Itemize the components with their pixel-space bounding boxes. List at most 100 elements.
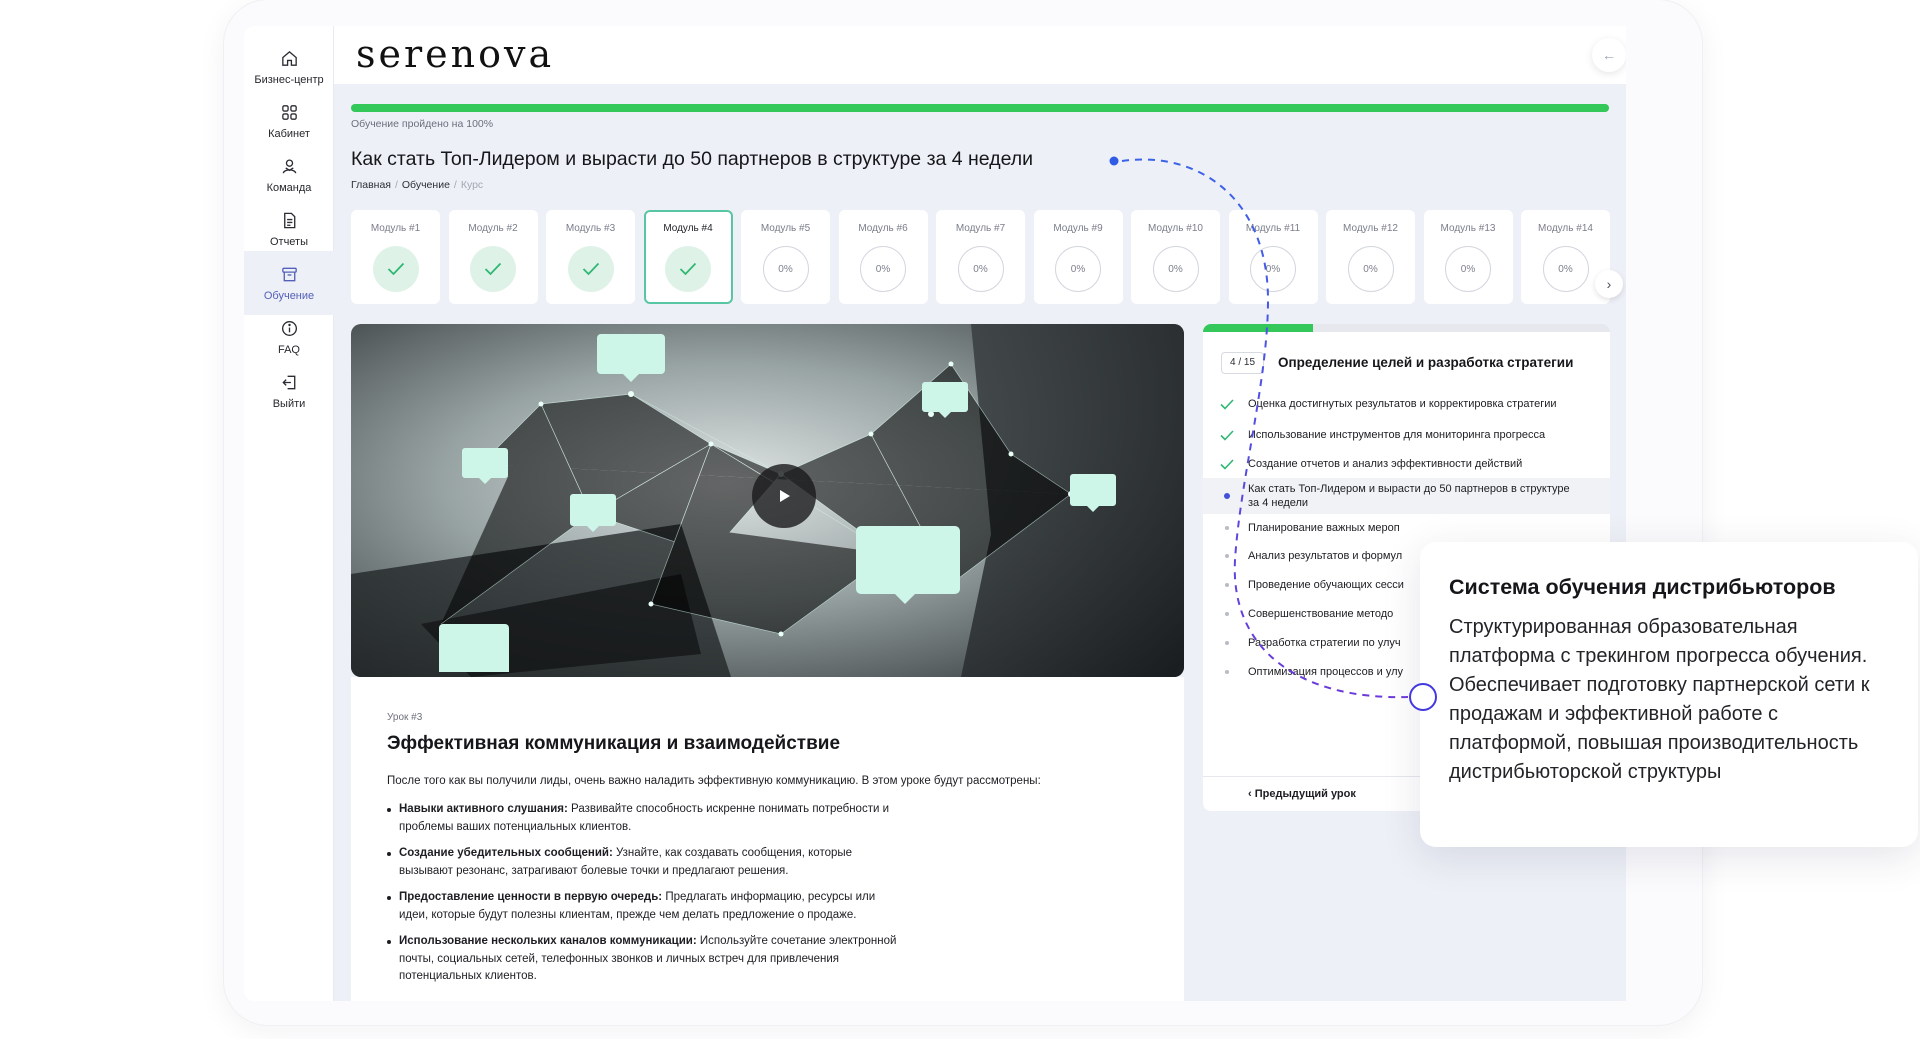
module-complete-status <box>665 246 711 292</box>
brand-logo: serenova <box>356 32 555 76</box>
check-icon <box>582 262 599 276</box>
module-complete-status <box>372 246 419 292</box>
lesson-video[interactable] <box>351 324 1184 677</box>
module-card[interactable]: Модуль #10 0% <box>1131 210 1220 304</box>
previous-lesson-button[interactable]: ‹ Предыдущий урок <box>1248 788 1356 800</box>
module-label: Модуль #10 <box>1148 223 1203 234</box>
module-card[interactable]: Модуль #9 0% <box>1033 210 1123 304</box>
sidebar-item-label: FAQ <box>277 343 300 356</box>
callout-title: Система обучения дистрибьюторов <box>1449 575 1836 599</box>
info-icon <box>281 320 297 336</box>
module-card[interactable]: Модуль #12 0% <box>1326 210 1415 304</box>
arrow-left-icon: ← <box>1602 47 1616 63</box>
pending-dot-icon <box>1220 521 1234 535</box>
breadcrumb-home[interactable]: Главная <box>351 179 391 191</box>
pending-dot-icon <box>1220 607 1234 621</box>
module-label: Модуль #6 <box>858 223 908 234</box>
check-icon <box>1220 457 1234 471</box>
module-progress-percent: 0% <box>860 246 906 292</box>
lesson-title: Эффективная коммуникация и взаимодействи… <box>387 733 841 754</box>
module-label: Модуль #7 <box>955 223 1006 234</box>
module-label: Модуль #14 <box>1538 223 1593 234</box>
lesson-list-label: Совершенствование методо <box>1248 608 1394 620</box>
sidebar-item-label: Обучение <box>263 289 315 302</box>
module-card[interactable]: Модуль #7 0% <box>936 210 1025 304</box>
play-button[interactable] <box>752 464 816 528</box>
lesson-list-item[interactable]: Создание отчетов и анализ эффективности … <box>1203 450 1610 478</box>
lesson-content: Урок #3 Эффективная коммуникация и взаим… <box>351 677 1184 1001</box>
module-card[interactable]: Модуль #11 0% <box>1228 210 1318 304</box>
course-progress-bar <box>351 104 1609 112</box>
pending-dot-icon <box>1220 636 1234 650</box>
callout-body: Структурированная образовательная платфо… <box>1449 616 1870 783</box>
lesson-list-item[interactable]: Планирование важных мероп <box>1203 514 1610 542</box>
lesson-list-label: Разработка стратегии по улуч <box>1248 637 1401 649</box>
module-card[interactable]: Модуль #6 0% <box>838 210 928 304</box>
lesson-list-item[interactable]: Оценка достигнутых результатов и коррект… <box>1203 388 1610 420</box>
module-complete-status <box>470 246 516 292</box>
module-label: Модуль #1 <box>370 223 421 234</box>
play-icon <box>780 490 790 502</box>
lesson-list-label: Оценка достигнутых результатов и коррект… <box>1248 398 1557 410</box>
module-card[interactable]: Модуль #1 <box>351 210 440 304</box>
module-label: Модуль #12 <box>1343 223 1398 234</box>
module-progress-bar <box>1203 324 1610 332</box>
module-card[interactable]: Модуль #13 0% <box>1423 210 1513 304</box>
module-progress-percent: 0% <box>762 246 809 292</box>
module-card[interactable]: Модуль #4 <box>643 210 733 304</box>
modules-next-button[interactable]: › <box>1595 270 1623 298</box>
lesson-list-label: Анализ результатов и формул <box>1248 550 1403 562</box>
logout-icon <box>281 375 295 389</box>
sidebar-item-label: Команда <box>266 181 312 194</box>
bullet-heading: Предоставление ценности в первую очередь… <box>399 891 663 903</box>
lesson-list-item[interactable]: Использование инструментов для мониторин… <box>1203 422 1610 448</box>
lesson-list-item[interactable]: Как стать Топ-Лидером и вырасти до 50 па… <box>1203 478 1610 514</box>
lesson-bullet: Создание убедительных сообщений: Узнайте… <box>387 845 907 880</box>
bullet-heading: Навыки активного слушания: <box>399 803 568 815</box>
module-label: Модуль #9 <box>1053 223 1103 234</box>
module-progress-percent: 0% <box>1055 246 1101 292</box>
sidebar-item-label: Кабинет <box>268 127 310 140</box>
check-icon <box>679 262 697 276</box>
lesson-bullet: Навыки активного слушания: Развивайте сп… <box>387 801 907 836</box>
module-label: Модуль #2 <box>468 223 518 234</box>
module-card[interactable]: Модуль #2 <box>448 210 538 304</box>
sidebar-item-logout[interactable]: Выйти <box>244 359 334 423</box>
chevron-right-icon: › <box>1606 276 1612 292</box>
module-label: Модуль #13 <box>1440 223 1496 234</box>
module-card[interactable]: Модуль #5 0% <box>741 210 830 304</box>
lesson-bullets: Навыки активного слушания: Развивайте сп… <box>387 801 907 995</box>
lesson-list-label: Оптимизация процессов и улу <box>1248 666 1404 678</box>
app-window: Бизнес-центр Кабинет Команда Отчеты Обуч… <box>244 26 1626 1001</box>
module-label: Модуль #4 <box>663 223 713 234</box>
lesson-list-label: Использование инструментов для мониторин… <box>1248 429 1546 441</box>
back-button[interactable]: ← <box>1592 38 1626 72</box>
module-complete-status <box>567 246 614 292</box>
current-dot-icon <box>1220 489 1234 503</box>
check-icon <box>1220 428 1234 442</box>
module-card[interactable]: Модуль #3 <box>546 210 635 304</box>
chevron-left-icon: ‹ <box>1248 788 1255 800</box>
breadcrumb-learning[interactable]: Обучение <box>402 179 450 191</box>
pending-dot-icon <box>1220 549 1234 563</box>
check-icon <box>1220 397 1234 411</box>
module-progress-percent: 0% <box>957 246 1004 292</box>
sidebar-item-label: Бизнес-центр <box>254 73 324 86</box>
module-progress-percent: 0% <box>1347 246 1394 292</box>
module-progress-percent: 0% <box>1542 246 1589 292</box>
document-icon <box>283 212 295 228</box>
breadcrumb: Главная / Обучение / Курс <box>351 179 483 191</box>
breadcrumb-separator: / <box>394 179 398 191</box>
module-progress-percent: 0% <box>1152 246 1199 292</box>
lesson-list-label: Как стать Топ-Лидером и вырасти до 50 па… <box>1248 483 1570 509</box>
previous-lesson-label: Предыдущий урок <box>1254 788 1356 800</box>
grid-icon <box>281 104 297 120</box>
module-label: Модуль #11 <box>1245 223 1301 234</box>
breadcrumb-current: Курс <box>460 179 484 191</box>
module-label: Модуль #5 <box>760 223 811 234</box>
sidebar-item-label: Отчеты <box>269 235 309 248</box>
lesson-list-label: Планирование важных мероп <box>1248 522 1400 534</box>
sidebar: Бизнес-центр Кабинет Команда Отчеты Обуч… <box>244 26 334 1001</box>
sidebar-item-label: Выйти <box>272 397 306 410</box>
pending-dot-icon <box>1220 578 1234 592</box>
